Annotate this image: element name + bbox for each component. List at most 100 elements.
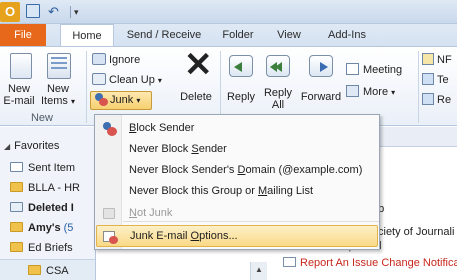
- tab-home[interactable]: Home: [60, 24, 114, 47]
- forward-button[interactable]: Forward: [298, 51, 344, 109]
- folder-label: Deleted I: [28, 202, 74, 214]
- delete-button[interactable]: ✕ Delete: [176, 47, 216, 109]
- menu-item-never-block-sender[interactable]: Never Block Sender: [96, 139, 378, 160]
- menu-separator: [123, 221, 379, 222]
- folder-item[interactable]: Amy's (5: [10, 219, 94, 237]
- block-sender-icon: [102, 121, 117, 136]
- junk-arrow-icon: ▾: [136, 96, 141, 105]
- quick-step-icon: [422, 53, 434, 65]
- favorites-header[interactable]: ◢ Favorites: [4, 137, 96, 155]
- ignore-icon: [92, 53, 106, 65]
- reply-all-label-1: Reply: [263, 87, 293, 99]
- outlook-logo: O: [0, 2, 20, 22]
- tab-file[interactable]: File: [0, 24, 46, 46]
- folder-item[interactable]: BLLA - HR: [10, 179, 94, 197]
- reply-button[interactable]: Reply: [224, 51, 258, 109]
- menu-item-label: Block Sender: [129, 122, 195, 134]
- new-email-button[interactable]: New E-mail: [2, 51, 36, 109]
- menu-item-never-block-group[interactable]: Never Block this Group or Mailing List: [96, 181, 378, 202]
- tab-folder[interactable]: Folder: [212, 24, 264, 46]
- folder-label: BLLA - HR: [28, 182, 80, 194]
- menu-item-block-sender[interactable]: Block Sender: [96, 118, 378, 139]
- tab-add-ins[interactable]: Add-Ins: [318, 24, 376, 46]
- folder-icon: [28, 265, 41, 275]
- folder-item[interactable]: Ed Briefs: [10, 239, 94, 257]
- unread-count: (5: [63, 222, 74, 234]
- tab-send-receive[interactable]: Send / Receive: [122, 24, 206, 46]
- not-junk-icon: [102, 206, 117, 221]
- sent-items-icon: [10, 162, 23, 172]
- delete-label: Delete: [180, 91, 212, 103]
- customize-quick-access-icon[interactable]: ▾: [74, 4, 79, 20]
- envelope-icon: [283, 257, 296, 267]
- more-arrow-icon: ▾: [391, 88, 396, 97]
- navigation-pane: ◢ Favorites Sent Item BLLA - HR Deleted I…: [0, 127, 96, 280]
- tab-view[interactable]: View: [268, 24, 310, 46]
- new-items-arrow-icon: ▾: [70, 97, 75, 106]
- reply-icon: [229, 55, 253, 77]
- deleted-items-icon: [10, 202, 23, 212]
- clean-up-icon: [92, 73, 106, 85]
- message-subject: Report An Issue Change Notifica: [300, 257, 457, 269]
- meeting-icon: [346, 63, 359, 75]
- menu-item-label: Never Block Sender's Domain (@example.co…: [129, 164, 363, 176]
- junk-options-icon: [103, 229, 118, 244]
- folder-icon: [10, 242, 23, 252]
- folder-icon: [10, 182, 23, 192]
- quick-access-separator: [70, 6, 71, 18]
- clean-up-label: Clean Up: [109, 74, 155, 86]
- new-email-label-1: New: [7, 83, 30, 95]
- meeting-button[interactable]: Meeting: [346, 61, 416, 79]
- junk-button[interactable]: Junk ▾: [90, 91, 152, 110]
- menu-item-label: Never Block Sender: [129, 143, 227, 155]
- scrollbar[interactable]: ▲: [250, 262, 267, 280]
- save-icon[interactable]: [26, 4, 40, 18]
- quick-step-te[interactable]: Te: [422, 71, 457, 89]
- quick-step-nf[interactable]: NF: [422, 51, 457, 69]
- junk-icon: [94, 93, 108, 106]
- quick-step-re[interactable]: Re: [422, 91, 457, 109]
- meeting-label: Meeting: [363, 64, 403, 76]
- collapse-arrow-icon: ◢: [4, 142, 11, 151]
- folder-icon: [10, 222, 23, 232]
- scroll-up-icon[interactable]: ▲: [251, 262, 267, 278]
- quick-step-te-label: Te: [437, 74, 449, 86]
- reply-all-label-2: All: [271, 99, 285, 111]
- forward-label: Forward: [300, 91, 342, 103]
- group-separator: [86, 51, 87, 123]
- new-items-icon: [47, 53, 71, 79]
- junk-label: Junk: [110, 94, 134, 106]
- menu-item-never-block-domain[interactable]: Never Block Sender's Domain (@example.co…: [96, 160, 378, 181]
- quick-step-nf-label: NF: [437, 54, 452, 66]
- new-items-button[interactable]: New Items ▾: [38, 51, 78, 109]
- folder-label: Ed Briefs: [28, 242, 73, 254]
- quick-step-icon: [422, 93, 434, 105]
- clean-up-button[interactable]: Clean Up ▾: [92, 71, 172, 89]
- new-email-label-2: E-mail: [3, 95, 35, 107]
- folder-item[interactable]: CSA: [28, 262, 88, 280]
- reply-all-icon: [266, 55, 290, 77]
- ignore-label: Ignore: [109, 54, 141, 66]
- clean-up-arrow-icon: ▾: [157, 76, 162, 85]
- folder-item[interactable]: Deleted I: [10, 199, 94, 217]
- message-fragment: ciety of Journali: [378, 226, 455, 238]
- group-separator: [418, 51, 419, 123]
- new-items-label-1: New: [46, 83, 69, 95]
- folder-label: Amy's: [28, 222, 61, 234]
- folder-label: CSA: [46, 265, 69, 277]
- favorites-label: Favorites: [14, 140, 60, 152]
- folder-list-bottom: CSA: [0, 259, 95, 280]
- ignore-button[interactable]: Ignore: [92, 51, 156, 69]
- menu-item-junk-email-options[interactable]: Junk E-mail Options...: [96, 225, 378, 247]
- folder-item[interactable]: Sent Item: [10, 159, 94, 177]
- message-item[interactable]: Report An Issue Change Notifica: [283, 257, 457, 277]
- group-new-label: New: [30, 112, 53, 124]
- more-button[interactable]: More ▾: [346, 83, 416, 101]
- undo-icon[interactable]: ↶: [48, 4, 64, 20]
- folder-label: Sent Item: [28, 162, 76, 174]
- reply-all-button[interactable]: Reply All: [260, 51, 296, 111]
- ribbon-tabs: File Home Send / Receive Folder View Add…: [0, 24, 457, 47]
- new-email-icon: [10, 53, 32, 79]
- more-label: More: [363, 86, 389, 98]
- forward-icon: [309, 55, 333, 77]
